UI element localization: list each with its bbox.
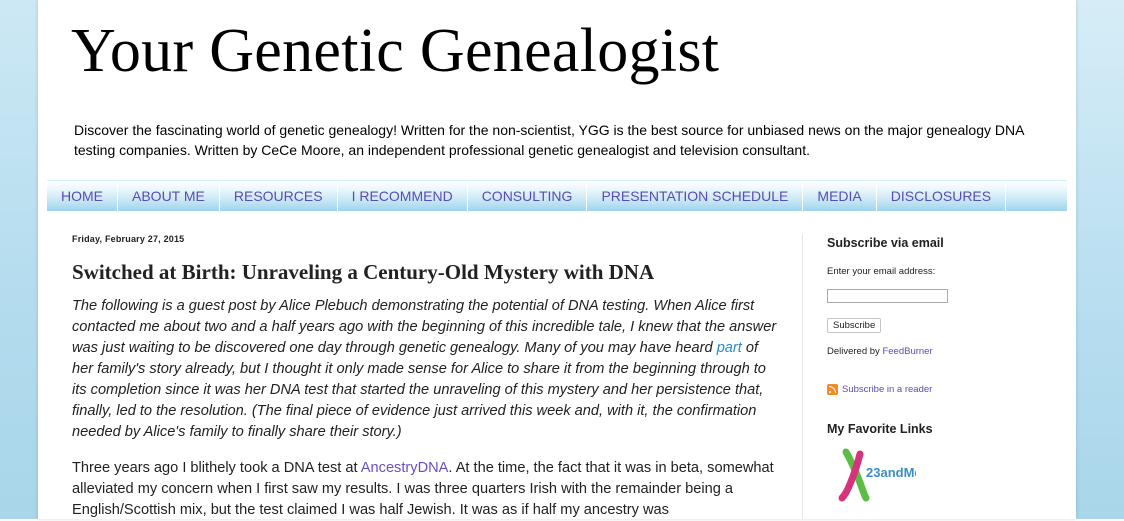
delivered-by: Delivered by FeedBurner [827,346,933,357]
delivered-by-label: Delivered by [827,346,883,357]
blog-description: Discover the fascinating world of geneti… [74,122,1024,158]
nav-presentation-schedule[interactable]: PRESENTATION SCHEDULE [587,181,804,211]
nav-i-recommend[interactable]: I RECOMMEND [338,181,468,211]
rss-icon[interactable] [827,384,838,395]
subscribe-reader-link[interactable]: Subscribe in a reader [842,384,932,395]
nav-disclosures[interactable]: DISCLOSURES [877,181,1007,211]
subscribe-heading: Subscribe via email [827,236,944,250]
top-navigation: HOME ABOUT ME RESOURCES I RECOMMEND CONS… [47,180,1067,211]
sidebar: Subscribe via email Enter your email add… [827,236,1027,502]
nav-consulting[interactable]: CONSULTING [468,181,588,211]
left-background-strip [0,0,38,519]
post-date: Friday, February 27, 2015 [72,234,185,244]
column-divider [802,234,803,519]
post-intro: The following is a guest post by Alice P… [72,296,777,443]
ancestrydna-link[interactable]: AncestryDNA [361,460,449,476]
nav-media[interactable]: MEDIA [803,181,877,211]
email-label: Enter your email address: [827,266,936,277]
feedburner-link[interactable]: FeedBurner [882,346,932,357]
blog-page: Your Genetic Genealogist Discover the fa… [38,0,1076,519]
subscribe-button[interactable]: Subscribe [827,318,882,333]
post-title[interactable]: Switched at Birth: Unraveling a Century-… [72,260,654,285]
email-input[interactable] [827,289,948,303]
favorite-links-heading: My Favorite Links [827,422,933,436]
blog-title[interactable]: Your Genetic Genealogist [71,16,719,87]
intro-part-link[interactable]: part [717,340,742,356]
23andme-logo[interactable]: 23andMe [836,448,916,504]
body-text-before: Three years ago I blithely took a DNA te… [72,460,361,476]
post-body-paragraph: Three years ago I blithely took a DNA te… [72,458,777,521]
right-background-strip [1076,0,1124,519]
nav-home[interactable]: HOME [47,181,118,211]
nav-resources[interactable]: RESOURCES [220,181,338,211]
logo-text: 23andMe [866,465,916,480]
reader-subscribe: Subscribe in a reader [827,384,932,395]
nav-about-me[interactable]: ABOUT ME [118,181,220,211]
intro-text-before: The following is a guest post by Alice P… [72,298,777,356]
main-column: Friday, February 27, 2015 Switched at Bi… [72,234,776,518]
